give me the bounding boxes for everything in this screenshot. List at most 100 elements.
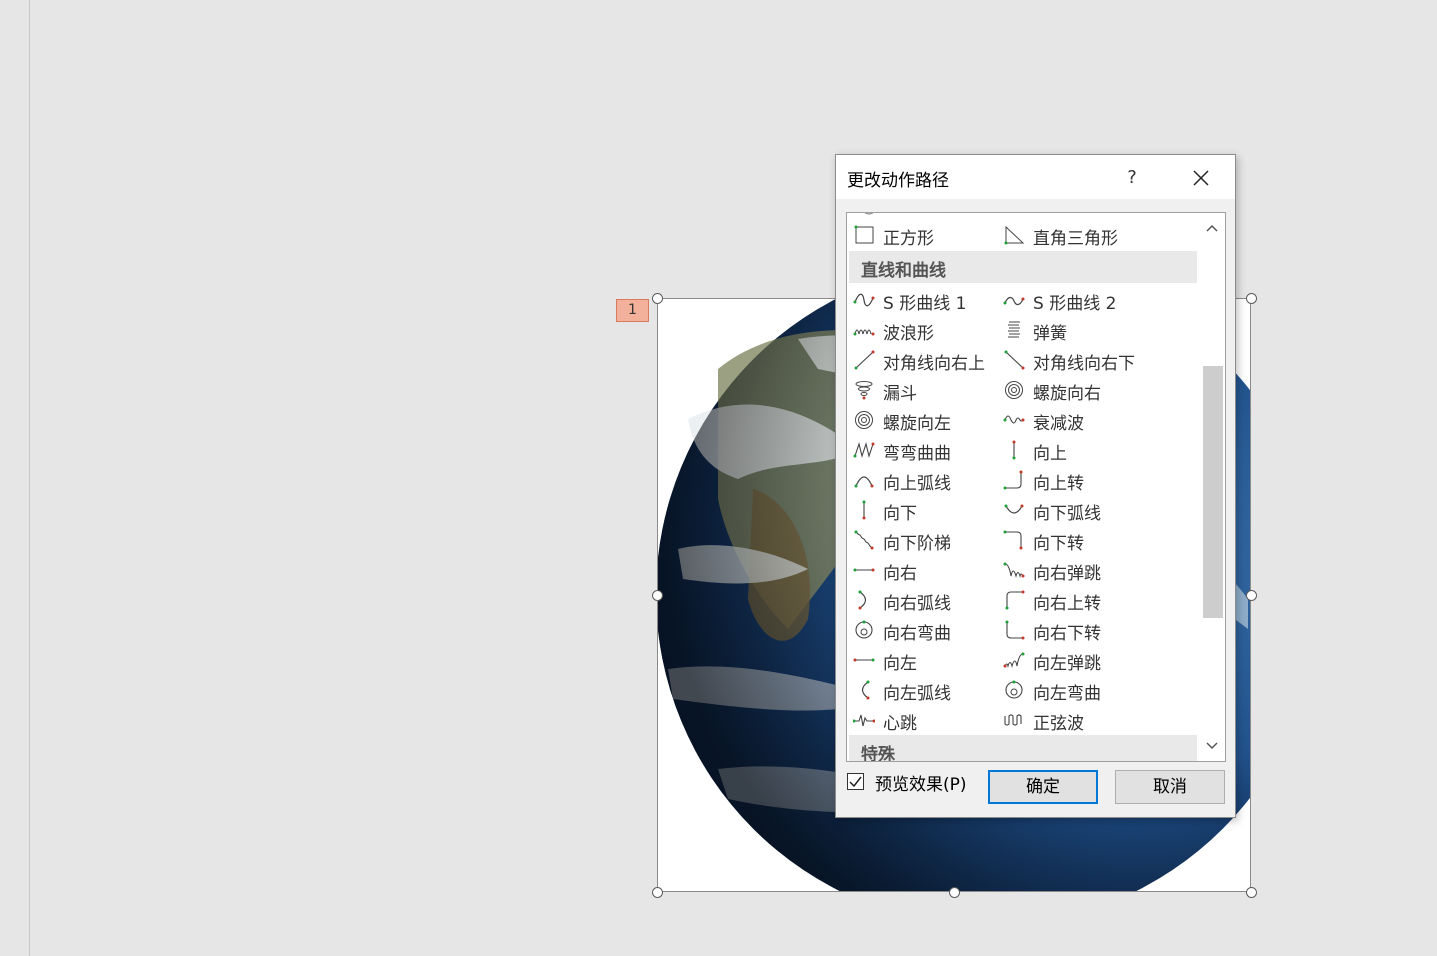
list-row: 向下 向下弧线 (847, 495, 1199, 525)
left-line-icon (853, 658, 875, 662)
zigzag-icon (853, 442, 875, 458)
decaying-wave-icon (1003, 415, 1025, 424)
path-item-square[interactable]: 正方形 (851, 220, 1001, 250)
spiral-right-icon (1005, 381, 1023, 399)
list-row: 螺旋向左 衰减波 (847, 405, 1199, 435)
list-row: 向下阶梯 向下转 (847, 525, 1199, 555)
animation-order-tag[interactable]: 1 (616, 299, 649, 322)
ok-button[interactable]: 确定 (988, 770, 1098, 804)
path-item-turn-down[interactable]: 向下转 (1001, 525, 1151, 555)
wave-icon (853, 329, 875, 336)
right-line-icon (853, 568, 875, 572)
path-item-bounce-left[interactable]: 向左弹跳 (1001, 645, 1151, 675)
path-item-funnel[interactable]: 漏斗 (851, 375, 1001, 405)
up-line-icon (1012, 440, 1016, 460)
path-item-turn-up-right[interactable]: 向右上转 (1001, 585, 1151, 615)
slide-panel-divider (29, 0, 30, 956)
path-item-turn-down-right[interactable]: 向右下转 (1001, 615, 1151, 645)
resize-handle-middle-right[interactable] (1246, 590, 1257, 601)
resize-handle-bottom-right[interactable] (1246, 887, 1257, 898)
path-item-bounce-right[interactable]: 向右弹跳 (1001, 555, 1151, 585)
path-item-s-curve-2[interactable]: S 形曲线 2 (1001, 285, 1151, 315)
spiral-left-icon (855, 411, 873, 429)
group-header-special: 特殊 (849, 735, 1197, 761)
resize-handle-top-right[interactable] (1246, 293, 1257, 304)
arc-left-icon (861, 680, 870, 700)
list-row: 向上弧线 向上转 (847, 465, 1199, 495)
list-row: 正方形 直角三角形 (847, 220, 1199, 250)
sine-wave-icon (1004, 714, 1022, 726)
path-item-curvy-right[interactable]: 向右弯曲 (851, 615, 1001, 645)
list-row: 弯弯曲曲 向上 (847, 435, 1199, 465)
close-button[interactable] (1186, 163, 1216, 193)
path-item-turn-up[interactable]: 向上转 (1001, 465, 1151, 495)
list-row: 向右弧线 向右上转 (847, 585, 1199, 615)
checkmark-icon (849, 776, 862, 788)
curvy-left-icon (1005, 680, 1023, 699)
path-item-arc-left[interactable]: 向左弧线 (851, 675, 1001, 705)
path-item-spiral-left[interactable]: 螺旋向左 (851, 405, 1001, 435)
motion-path-list[interactable]: 正方形 直角三角形 直线和曲线 S 形曲线 1 S 形曲线 2 波浪形 弹簧 对… (846, 212, 1226, 762)
dialog-titlebar: 更改动作路径 ? (836, 155, 1235, 199)
resize-handle-middle-left[interactable] (652, 590, 663, 601)
preview-checkbox-label[interactable]: 预览效果(P) (875, 770, 967, 795)
arc-up-icon (854, 476, 874, 488)
path-item-up[interactable]: 向上 (1001, 435, 1151, 465)
path-item-sine-wave[interactable]: 正弦波 (1001, 705, 1151, 735)
path-item-down[interactable]: 向下 (851, 495, 1001, 525)
turn-up-right-icon (1005, 590, 1025, 610)
path-item-right[interactable]: 向右 (851, 555, 1001, 585)
turn-up-icon (1003, 470, 1023, 490)
diagonal-up-right-icon (854, 350, 875, 370)
resize-handle-top-left[interactable] (652, 293, 663, 304)
list-row: 向右 向右弹跳 (847, 555, 1199, 585)
path-item-stairs-down[interactable]: 向下阶梯 (851, 525, 1001, 555)
path-item-arc-right[interactable]: 向右弧线 (851, 585, 1001, 615)
partial-path-icon (864, 213, 874, 215)
list-row: 对角线向右上 对角线向右下 (847, 345, 1199, 375)
heartbeat-icon (853, 714, 875, 727)
scroll-up-button[interactable] (1199, 215, 1225, 241)
path-item-spiral-right[interactable]: 螺旋向右 (1001, 375, 1151, 405)
s-curve-1-icon (853, 293, 875, 307)
path-item-curvy-left[interactable]: 向左弯曲 (1001, 675, 1151, 705)
path-item-wave[interactable]: 波浪形 (851, 315, 1001, 345)
path-item-s-curve-1[interactable]: S 形曲线 1 (851, 285, 1001, 315)
group-header-lines-and-curves: 直线和曲线 (849, 251, 1197, 283)
scroll-thumb[interactable] (1203, 366, 1223, 618)
down-line-icon (862, 500, 866, 520)
close-icon (1193, 170, 1209, 186)
cancel-button[interactable]: 取消 (1115, 770, 1225, 804)
path-item-heartbeat[interactable]: 心跳 (851, 705, 1001, 735)
funnel-icon (855, 381, 873, 400)
resize-handle-bottom-left[interactable] (652, 887, 663, 898)
path-item-decaying-wave[interactable]: 衰减波 (1001, 405, 1151, 435)
path-item-right-triangle[interactable]: 直角三角形 (1001, 220, 1151, 250)
list-row: 向右弯曲 向右下转 (847, 615, 1199, 645)
spring-icon (1008, 321, 1020, 338)
scroll-down-button[interactable] (1199, 733, 1225, 759)
path-item-spring[interactable]: 弹簧 (1001, 315, 1151, 345)
path-item-diagonal-up-right[interactable]: 对角线向右上 (851, 345, 1001, 375)
resize-handle-bottom-middle[interactable] (949, 887, 960, 898)
list-row: 波浪形 弹簧 (847, 315, 1199, 345)
list-scrollbar[interactable] (1199, 213, 1225, 761)
path-item-zigzag[interactable]: 弯弯曲曲 (851, 435, 1001, 465)
bounce-left-icon (1003, 652, 1025, 669)
curvy-right-icon (855, 620, 873, 639)
chevron-down-icon (1206, 742, 1218, 750)
list-row: 漏斗 螺旋向右 (847, 375, 1199, 405)
path-item-arc-up[interactable]: 向上弧线 (851, 465, 1001, 495)
chevron-up-icon (1206, 224, 1218, 232)
path-item-left[interactable]: 向左 (851, 645, 1001, 675)
bounce-right-icon (1003, 562, 1025, 579)
arc-right-icon (858, 590, 867, 610)
preview-checkbox[interactable] (847, 773, 864, 790)
help-button[interactable]: ? (1119, 165, 1145, 191)
path-item-arc-down[interactable]: 向下弧线 (1001, 495, 1151, 525)
change-motion-path-dialog: 更改动作路径 ? 正方形 直角三角形 直线和曲线 S 形曲线 1 S 形曲线 2… (835, 154, 1236, 818)
turn-down-right-icon (1005, 620, 1025, 640)
path-item-diagonal-down-right[interactable]: 对角线向右下 (1001, 345, 1151, 375)
square-path-icon (854, 225, 874, 244)
list-row: 心跳 正弦波 (847, 705, 1199, 735)
